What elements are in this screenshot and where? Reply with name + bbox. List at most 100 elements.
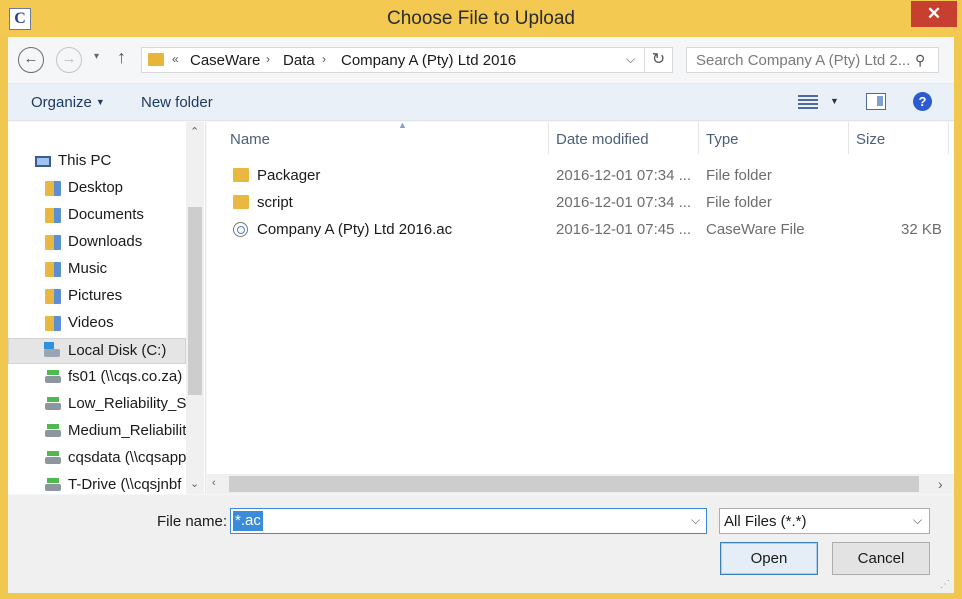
scrollbar-thumb[interactable] bbox=[188, 207, 202, 395]
up-button[interactable]: ↑ bbox=[117, 47, 126, 68]
network-drive-icon bbox=[45, 397, 61, 410]
column-header-name[interactable]: ▲ Name bbox=[223, 120, 549, 154]
recent-locations-dropdown[interactable]: ▾ bbox=[94, 51, 99, 62]
caseware-file-icon bbox=[233, 222, 248, 237]
sidebar-item-low-reliability[interactable]: Low_Reliability_St bbox=[8, 392, 186, 418]
sort-ascending-icon: ▲ bbox=[398, 120, 407, 130]
sidebar-item-cqsdata[interactable]: cqsdata (\\cqsapp bbox=[8, 446, 186, 472]
search-icon[interactable]: ⚲ bbox=[915, 52, 925, 69]
scroll-up-icon[interactable]: ⌃ bbox=[190, 125, 199, 138]
address-dropdown[interactable]: ⌵ bbox=[626, 52, 635, 67]
title-bar[interactable]: C Choose File to Upload ✕ bbox=[0, 0, 962, 37]
resize-grip-icon[interactable]: ⋰ bbox=[940, 579, 950, 590]
folder-icon bbox=[148, 53, 164, 66]
file-name-label: File name: bbox=[157, 513, 228, 530]
sidebar-item-label: T-Drive (\\cqsjnbf bbox=[68, 476, 182, 493]
file-type: CaseWare File bbox=[706, 221, 805, 238]
refresh-button[interactable]: ↻ bbox=[645, 47, 673, 73]
new-folder-button[interactable]: New folder bbox=[141, 94, 213, 111]
navigation-pane[interactable]: This PC Desktop Documents Downloads Musi… bbox=[8, 122, 206, 494]
file-type-value: All Files (*.*) bbox=[724, 513, 807, 530]
sidebar-item-label: Medium_Reliabilit bbox=[68, 422, 186, 439]
address-overflow[interactable]: « bbox=[172, 52, 179, 66]
breadcrumb-separator[interactable]: › bbox=[322, 52, 326, 66]
network-drive-icon bbox=[45, 478, 61, 491]
dialog-title: Choose File to Upload bbox=[387, 8, 575, 29]
close-button[interactable]: ✕ bbox=[911, 1, 957, 27]
sidebar-item-label: Desktop bbox=[68, 179, 124, 196]
scroll-left-icon[interactable]: ‹ bbox=[212, 477, 216, 489]
file-type-select[interactable]: All Files (*.*) ⌵ bbox=[719, 508, 930, 534]
horizontal-scrollbar[interactable]: ‹ › bbox=[207, 474, 954, 494]
scroll-right-icon[interactable]: › bbox=[938, 476, 943, 492]
sidebar-item-this-pc[interactable]: This PC bbox=[8, 149, 186, 175]
column-header-type[interactable]: Type bbox=[699, 122, 849, 154]
scrollbar-thumb[interactable] bbox=[229, 476, 919, 492]
column-label: Name bbox=[230, 131, 271, 148]
network-drive-icon bbox=[45, 424, 61, 437]
column-label: Type bbox=[706, 131, 739, 148]
sidebar-item-t-drive[interactable]: T-Drive (\\cqsjnbf bbox=[8, 473, 186, 494]
table-row[interactable]: Packager 2016-12-01 07:34 ... File folde… bbox=[227, 163, 947, 189]
dialog-body: ← → ▾ ↑ « CaseWare › Data › Company A (P… bbox=[8, 37, 954, 593]
search-input[interactable]: Search Company A (Pty) Ltd 2... ⚲ bbox=[686, 47, 939, 73]
back-button[interactable]: ← bbox=[18, 47, 44, 73]
forward-button[interactable]: → bbox=[56, 47, 82, 73]
chevron-down-icon[interactable]: ⌵ bbox=[691, 513, 700, 528]
sidebar-item-label: Local Disk (C:) bbox=[68, 342, 167, 359]
sidebar-item-local-disk[interactable]: Local Disk (C:) bbox=[8, 338, 186, 364]
column-header-size[interactable]: Size bbox=[849, 122, 949, 154]
scroll-down-icon[interactable]: ⌄ bbox=[190, 477, 199, 490]
view-options-icon[interactable] bbox=[798, 95, 818, 109]
file-name: Company A (Pty) Ltd 2016.ac bbox=[257, 221, 453, 238]
sidebar-item-label: fs01 (\\cqs.co.za) bbox=[68, 368, 183, 385]
address-bar[interactable]: « CaseWare › Data › Company A (Pty) Ltd … bbox=[141, 47, 645, 73]
chevron-down-icon[interactable]: ⌵ bbox=[913, 513, 922, 528]
pictures-folder-icon bbox=[45, 289, 61, 304]
column-label: Size bbox=[856, 131, 886, 148]
organize-button[interactable]: Organize ▼ bbox=[31, 94, 105, 111]
videos-folder-icon bbox=[45, 316, 61, 331]
sidebar-item-desktop[interactable]: Desktop bbox=[8, 176, 186, 202]
sidebar-item-label: This PC bbox=[58, 152, 112, 169]
sidebar-item-downloads[interactable]: Downloads bbox=[8, 230, 186, 256]
sidebar-item-fs01[interactable]: fs01 (\\cqs.co.za) bbox=[8, 365, 186, 391]
sidebar-item-videos[interactable]: Videos bbox=[8, 311, 186, 337]
column-header-date-modified[interactable]: Date modified bbox=[549, 122, 699, 154]
navigation-scrollbar[interactable]: ⌃ ⌄ bbox=[186, 122, 204, 494]
file-list[interactable]: ▲ Name Date modified Type Size Packager … bbox=[207, 120, 954, 494]
table-row[interactable]: script 2016-12-01 07:34 ... File folder bbox=[227, 190, 947, 216]
sidebar-item-medium-reliability[interactable]: Medium_Reliabilit bbox=[8, 419, 186, 445]
documents-folder-icon bbox=[45, 208, 61, 223]
sidebar-item-pictures[interactable]: Pictures bbox=[8, 284, 186, 310]
preview-pane-icon[interactable] bbox=[866, 93, 886, 110]
network-drive-icon bbox=[45, 370, 61, 383]
sidebar-item-music[interactable]: Music bbox=[8, 257, 186, 283]
desktop-folder-icon bbox=[45, 181, 61, 196]
table-row[interactable]: Company A (Pty) Ltd 2016.ac 2016-12-01 0… bbox=[227, 217, 947, 243]
cancel-button[interactable]: Cancel bbox=[832, 542, 930, 575]
file-type: File folder bbox=[706, 167, 772, 184]
column-label: Date modified bbox=[556, 131, 649, 148]
sidebar-item-label: cqsdata (\\cqsapp bbox=[68, 449, 186, 466]
chevron-down-icon[interactable]: ▼ bbox=[830, 96, 839, 106]
sidebar-item-label: Videos bbox=[68, 314, 114, 331]
file-size: 32 KB bbox=[901, 221, 942, 238]
folder-icon bbox=[233, 168, 249, 182]
breadcrumb-company[interactable]: Company A (Pty) Ltd 2016 bbox=[341, 52, 516, 69]
file-name-value[interactable]: *.ac bbox=[233, 511, 263, 531]
open-button[interactable]: Open bbox=[720, 542, 818, 575]
file-date: 2016-12-01 07:34 ... bbox=[556, 194, 692, 211]
folder-icon bbox=[233, 195, 249, 209]
breadcrumb-data[interactable]: Data bbox=[283, 52, 315, 69]
command-toolbar: Organize ▼ New folder ▼ ? bbox=[8, 83, 954, 121]
music-folder-icon bbox=[45, 262, 61, 277]
file-name: Packager bbox=[257, 167, 321, 184]
file-name-field[interactable]: *.ac ⌵ bbox=[230, 508, 707, 534]
network-drive-icon bbox=[45, 451, 61, 464]
sidebar-item-documents[interactable]: Documents bbox=[8, 203, 186, 229]
computer-icon bbox=[35, 156, 51, 167]
breadcrumb-separator[interactable]: › bbox=[266, 52, 270, 66]
breadcrumb-caseware[interactable]: CaseWare bbox=[190, 52, 260, 69]
help-icon[interactable]: ? bbox=[913, 92, 932, 111]
